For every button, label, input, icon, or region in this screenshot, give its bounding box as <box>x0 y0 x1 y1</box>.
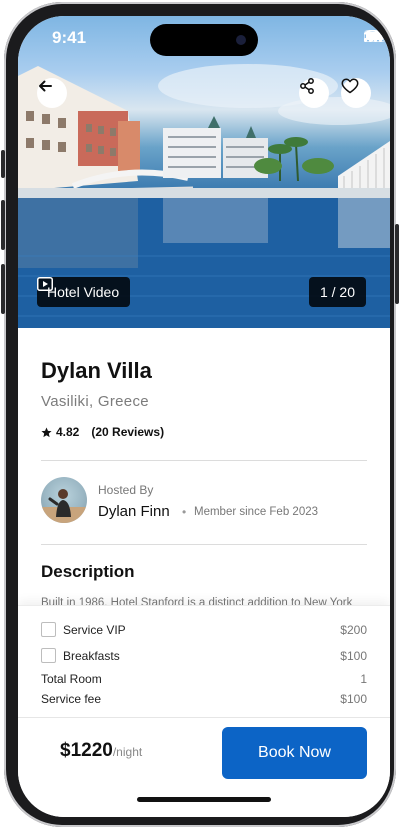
favorite-button[interactable] <box>341 78 371 108</box>
option-price: $100 <box>340 648 367 663</box>
option-breakfasts[interactable]: Breakfasts $100 <box>41 648 367 663</box>
line-service-fee: Service fee $100 <box>41 692 367 706</box>
home-indicator[interactable] <box>137 797 271 802</box>
line-label: Total Room <box>41 672 102 686</box>
app-screen: 9:41 Hotel Video 1 / 20 Dylan Villa Vasi… <box>18 16 390 817</box>
back-button[interactable] <box>37 78 67 108</box>
host-avatar[interactable] <box>41 477 87 523</box>
hero-gallery[interactable]: 9:41 Hotel Video 1 / 20 <box>18 16 390 328</box>
share-icon <box>300 78 314 94</box>
property-location: Vasiliki, Greece <box>41 393 149 410</box>
hotel-video-label: Hotel Video <box>47 284 120 300</box>
separator-dot: • <box>182 505 187 519</box>
member-since: Member since Feb 2023 <box>194 506 319 518</box>
line-total-room: Total Room 1 <box>41 672 367 686</box>
total-unit: /night <box>112 745 143 759</box>
total-amount: $1220 <box>60 740 113 761</box>
hotel-video-button[interactable]: Hotel Video <box>37 277 131 307</box>
option-price: $200 <box>340 622 367 637</box>
line-value: 1 <box>360 672 367 686</box>
booking-sheet: Service VIP $200 Breakfasts $100 Total R… <box>18 605 390 817</box>
dynamic-island <box>150 24 258 56</box>
rating-summary[interactable]: 4.82 (20 Reviews) <box>41 425 164 439</box>
line-value: $100 <box>340 692 367 706</box>
hosted-by-label: Hosted By <box>98 483 154 497</box>
back-arrow-icon <box>39 80 52 92</box>
play-icon <box>37 277 53 291</box>
book-now-label: Book Now <box>258 744 331 761</box>
battery-icon <box>364 30 389 42</box>
description-heading: Description <box>41 562 135 581</box>
star-icon <box>41 427 52 437</box>
divider <box>41 544 367 545</box>
volume-up-button <box>1 200 5 250</box>
option-service-vip[interactable]: Service VIP $200 <box>41 622 367 637</box>
line-label: Service fee <box>41 692 102 706</box>
host-name[interactable]: Dylan Finn <box>98 503 170 520</box>
divider <box>41 460 367 461</box>
status-time: 9:41 <box>52 28 87 47</box>
photo-counter-text: 1 / 20 <box>319 284 355 300</box>
option-label: Service VIP <box>63 622 126 637</box>
phone-frame: 9:41 Hotel Video 1 / 20 Dylan Villa Vasi… <box>1 2 399 827</box>
service-vip-checkbox[interactable] <box>41 622 56 637</box>
rating-value: 4.82 <box>56 425 80 439</box>
share-button[interactable] <box>299 78 329 108</box>
property-name: Dylan Villa <box>41 358 152 383</box>
breakfasts-checkbox[interactable] <box>41 648 56 663</box>
power-button <box>395 224 399 304</box>
mute-switch <box>1 150 5 178</box>
volume-down-button <box>1 264 5 314</box>
total-price: $1220/night <box>60 740 142 762</box>
option-label: Breakfasts <box>63 648 120 663</box>
host-card[interactable]: Hosted By Dylan Finn • Member since Feb … <box>41 465 367 527</box>
book-now-button[interactable]: Book Now <box>222 727 367 779</box>
host-photo <box>41 489 87 523</box>
divider <box>18 717 390 718</box>
photo-counter: 1 / 20 <box>308 277 366 307</box>
review-count: (20 Reviews) <box>91 425 165 439</box>
heart-icon <box>341 78 359 94</box>
